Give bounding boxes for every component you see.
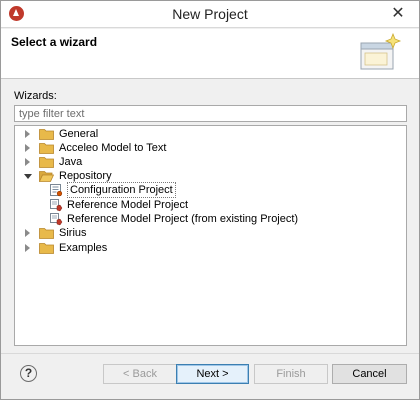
tree-item-acceleo[interactable]: Acceleo Model to Text [23,141,166,155]
expand-arrow-icon[interactable] [23,141,33,155]
folder-open-icon [39,171,54,182]
expand-arrow-icon[interactable] [23,155,33,169]
tree-item-reference-model-from-existing[interactable]: Reference Model Project (from existing P… [49,212,298,226]
folder-icon [39,143,54,154]
tree-item-sirius[interactable]: Sirius [23,226,87,240]
folder-icon [39,157,54,168]
tree-item-label: Examples [59,242,108,254]
next-button[interactable]: Next > [176,364,249,384]
tree-item-configuration-project[interactable]: Configuration Project [49,182,176,198]
folder-icon [39,228,54,239]
new-wizard-icon [360,33,402,70]
close-icon[interactable]: ✕ [389,5,407,23]
expand-arrow-icon[interactable] [23,241,33,255]
help-icon[interactable]: ? [20,365,37,382]
tree-item-label: Configuration Project [67,182,176,198]
tree-item-examples[interactable]: Examples [23,241,107,255]
configuration-project-icon [50,184,63,197]
filter-input[interactable] [14,105,407,122]
tree-item-repository[interactable]: Repository [23,169,112,183]
folder-icon [39,243,54,254]
reference-model-icon [50,199,63,212]
tree-item-label: General [59,128,99,140]
tree-item-label: Reference Model Project [67,199,189,211]
tree-item-label: Java [59,156,83,168]
tree-item-label: Sirius [59,227,87,239]
expand-arrow-icon[interactable] [23,226,33,240]
wizards-label: Wizards: [14,90,57,102]
window-title: New Project [172,6,248,22]
tree-item-label: Acceleo Model to Text [59,142,167,154]
footer-divider [1,353,419,354]
cancel-button[interactable]: Cancel [332,364,407,384]
reference-model-icon [50,213,63,226]
tree-item-java[interactable]: Java [23,155,82,169]
wizard-banner: Select a wizard [1,29,419,79]
expand-arrow-icon[interactable] [23,127,33,141]
tree-item-label: Reference Model Project (from existing P… [67,213,299,225]
tree-item-reference-model-project[interactable]: Reference Model Project [49,198,188,212]
wizard-tree[interactable]: General Acceleo Model to Text Java Repos… [14,125,407,346]
back-button[interactable]: < Back [103,364,177,384]
tree-item-label: Repository [59,170,112,182]
new-project-dialog: New Project ✕ Select a wizard Wizards: G… [0,0,420,400]
tree-item-general[interactable]: General [23,127,98,141]
title-bar: New Project ✕ [1,1,419,28]
finish-button[interactable]: Finish [254,364,328,384]
collapse-arrow-icon[interactable] [23,169,33,183]
banner-title: Select a wizard [11,35,98,49]
folder-icon [39,129,54,140]
